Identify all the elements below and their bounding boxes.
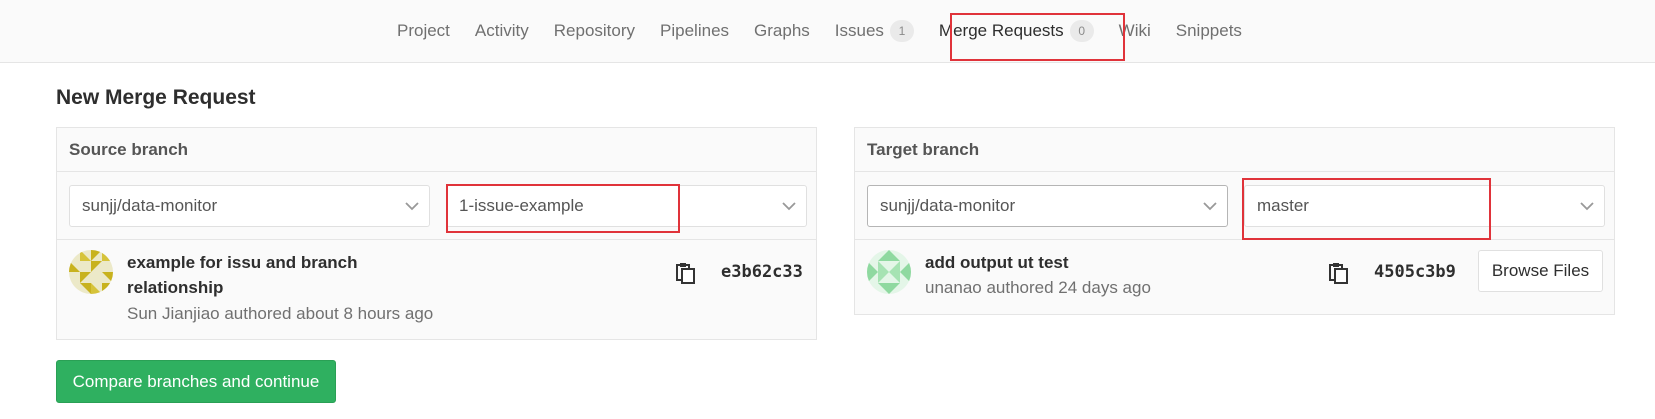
source-branch-panel: Source branch sunjj/data-monitor 1-issue… — [56, 127, 817, 340]
tab-pipelines[interactable]: Pipelines — [660, 21, 729, 41]
tab-label: Snippets — [1175, 21, 1242, 40]
avatar — [867, 250, 911, 294]
tab-snippets[interactable]: Snippets — [1176, 21, 1242, 41]
tab-graphs[interactable]: Graphs — [754, 21, 810, 41]
nav-items: Project Activity Repository Pipelines Gr… — [397, 0, 1267, 62]
chevron-down-icon — [1580, 186, 1594, 226]
clipboard-icon[interactable] — [676, 262, 696, 284]
source-project-value: sunjj/data-monitor — [82, 196, 218, 215]
chevron-down-icon — [1203, 186, 1217, 226]
chevron-down-icon — [782, 186, 796, 226]
tab-label: Activity — [474, 21, 529, 40]
merge-requests-highlight-box — [950, 13, 1125, 61]
source-selects: sunjj/data-monitor 1-issue-example — [57, 172, 816, 240]
tab-label: Project — [397, 21, 450, 40]
tab-issues[interactable]: Issues 1 — [835, 20, 914, 42]
target-branch-panel: Target branch sunjj/data-monitor master — [854, 127, 1615, 315]
tab-activity[interactable]: Activity — [475, 21, 529, 41]
tab-label: Graphs — [754, 21, 810, 40]
source-branch-highlight-box — [446, 184, 680, 233]
issues-count-badge: 1 — [889, 20, 914, 42]
tab-label: Pipelines — [660, 21, 730, 40]
target-selects: sunjj/data-monitor master — [855, 172, 1614, 240]
commit-title[interactable]: add output ut test — [925, 250, 1069, 275]
tab-repository[interactable]: Repository — [554, 21, 635, 41]
browse-files-button[interactable]: Browse Files — [1478, 250, 1603, 292]
compare-branches-button[interactable]: Compare branches and continue — [56, 360, 336, 403]
project-nav-bar: Project Activity Repository Pipelines Gr… — [0, 0, 1655, 63]
target-branch-highlight-box — [1242, 178, 1491, 240]
target-project-select[interactable]: sunjj/data-monitor — [867, 185, 1228, 227]
commit-title-line: relationship — [127, 278, 224, 297]
commit-meta: unanao authored 24 days ago — [925, 278, 1151, 297]
page-title: New Merge Request — [56, 86, 256, 109]
source-branch-header: Source branch — [57, 128, 816, 172]
commit-sha[interactable]: e3b62c33 — [721, 262, 803, 282]
source-commit: example for issu and branch relationship… — [57, 240, 816, 339]
target-project-value: sunjj/data-monitor — [880, 196, 1016, 215]
target-branch-header: Target branch — [855, 128, 1614, 172]
avatar — [69, 250, 113, 294]
target-commit: add output ut test unanao authored 24 da… — [855, 240, 1614, 339]
chevron-down-icon — [405, 186, 419, 226]
tab-project[interactable]: Project — [397, 21, 450, 41]
tab-label: Repository — [553, 21, 636, 40]
tab-label: Issues — [834, 21, 884, 40]
clipboard-icon[interactable] — [1329, 262, 1349, 284]
source-project-select[interactable]: sunjj/data-monitor — [69, 185, 430, 227]
commit-meta: Sun Jianjiao authored about 8 hours ago — [127, 304, 434, 323]
commit-title-line: example for issu and branch — [127, 253, 358, 272]
commit-sha[interactable]: 4505c3b9 — [1374, 262, 1456, 282]
commit-title[interactable]: example for issu and branch relationship — [127, 250, 358, 300]
